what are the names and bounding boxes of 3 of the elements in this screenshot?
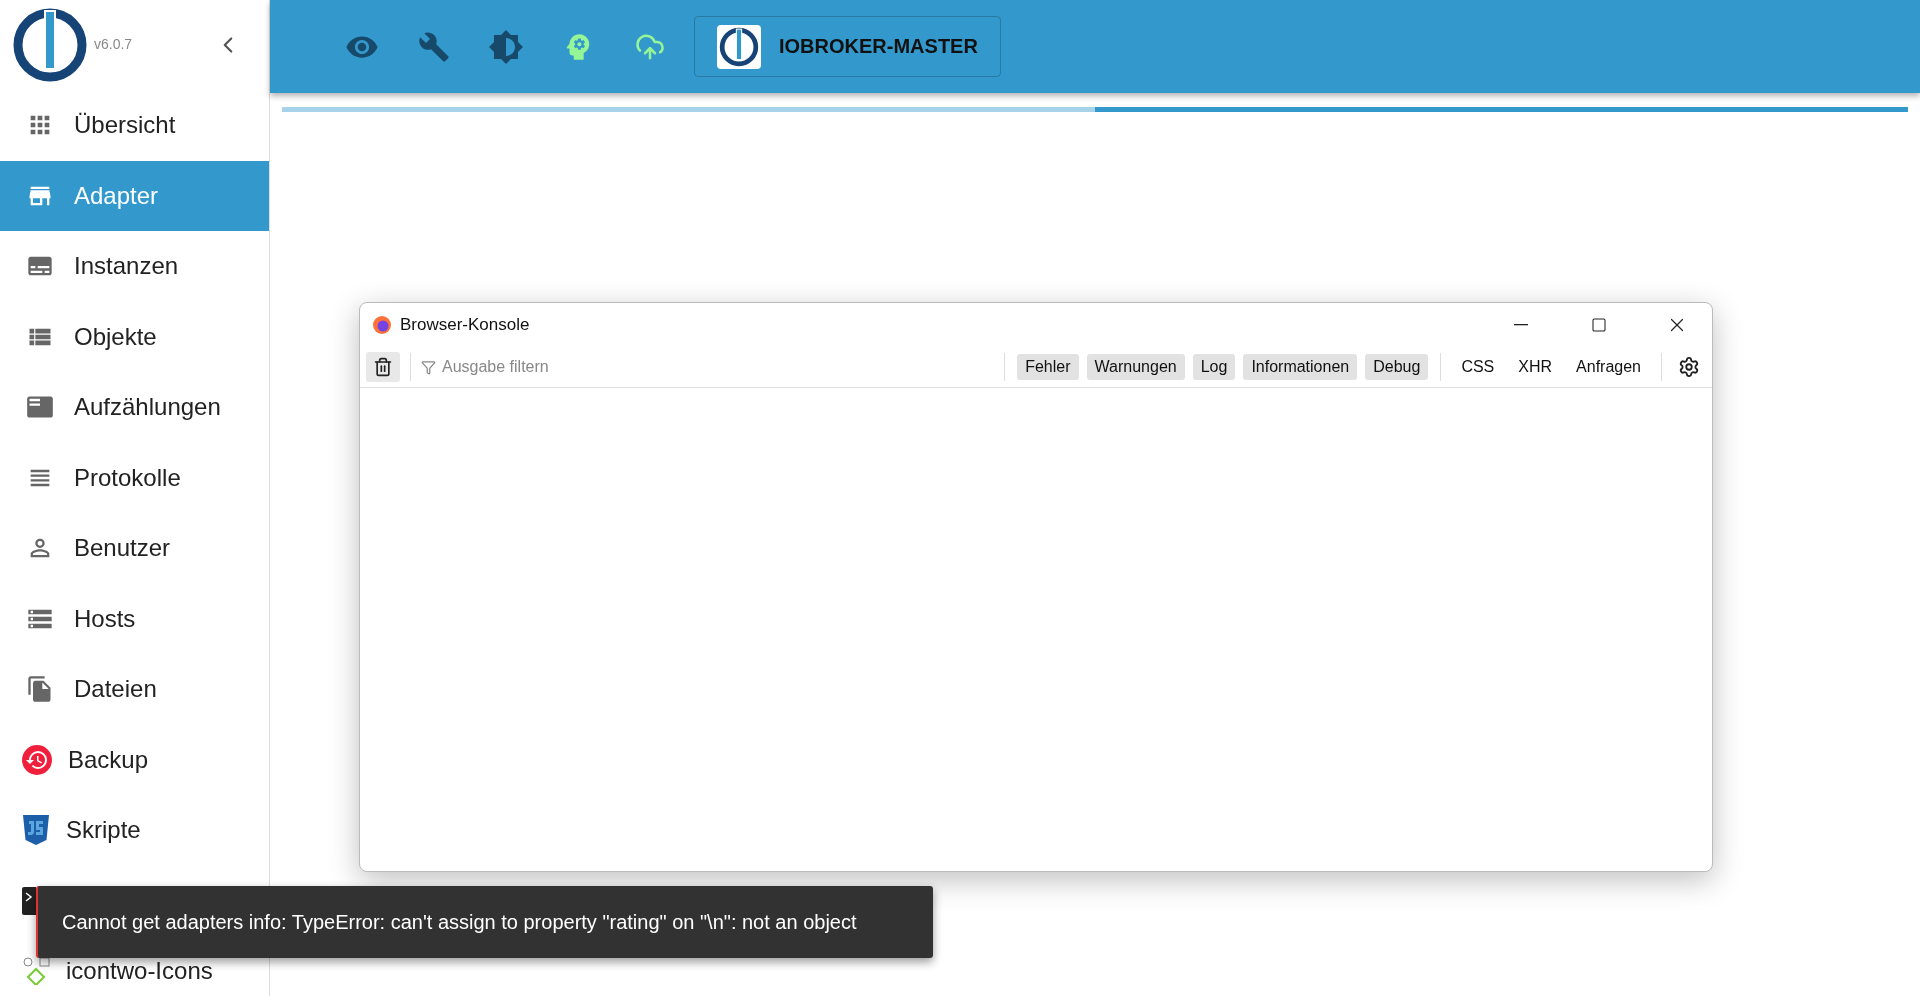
window-title: Browser-Konsole xyxy=(400,315,531,335)
toast-message: Cannot get adapters info: TypeError: can't assign to property "rating" on "\n": not an object xyxy=(62,910,857,934)
version-label: v6.0.7 xyxy=(94,36,134,52)
